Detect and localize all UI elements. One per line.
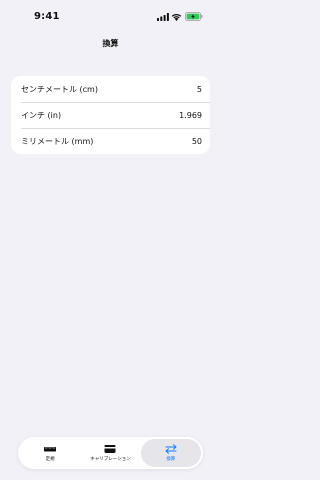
unit-value[interactable]: 5 [197,85,202,94]
battery-charging-icon [185,12,203,21]
tab-convert[interactable]: 換算 [140,439,201,467]
tab-ruler[interactable]: 定規 [20,439,80,467]
screen: 9:41 換算 センチメートル (cm) 5 インチ (in) 1.969 ミリ… [0,0,221,480]
unit-label: インチ (in) [21,110,62,120]
unit-label: ミリメートル (mm) [21,136,94,146]
cellular-signal-icon [157,13,169,21]
card-icon [104,445,116,453]
conversion-row-in: インチ (in) 1.969 [11,102,210,128]
tab-bar: 定規 キャリブレーション 換算 [18,437,203,469]
unit-label: センチメートル (cm) [21,84,98,94]
conversion-row-mm: ミリメートル (mm) 50 [11,128,210,154]
status-bar: 9:41 [0,0,221,34]
page-title: 換算 [102,39,119,48]
arrows-swap-icon [165,444,177,454]
status-time: 9:41 [34,11,60,22]
ruler-icon [44,447,57,452]
unit-value[interactable]: 50 [192,137,202,146]
wifi-icon [171,14,182,21]
unit-value[interactable]: 1.969 [179,111,202,120]
tab-label: キャリブレーション [90,457,131,462]
conversion-row-cm: センチメートル (cm) 5 [11,76,210,102]
conversion-list: センチメートル (cm) 5 インチ (in) 1.969 ミリメートル (mm… [11,76,210,154]
tab-label: 換算 [166,457,176,462]
tab-calibration[interactable]: キャリブレーション [80,439,140,467]
tab-label: 定規 [45,457,55,462]
